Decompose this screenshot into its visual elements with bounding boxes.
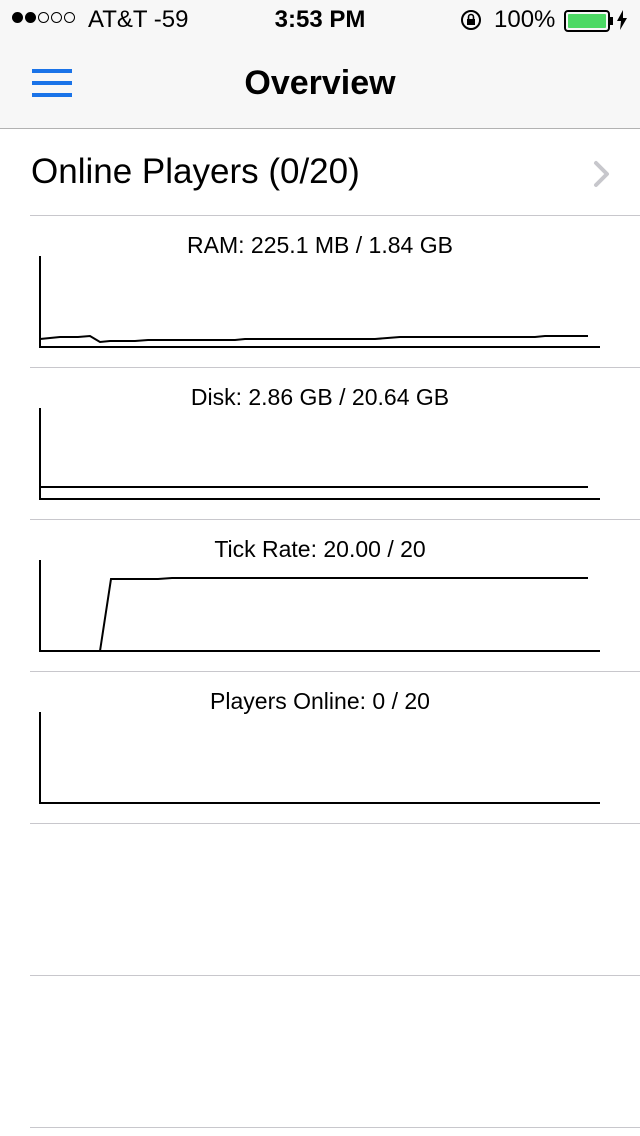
graph-axes bbox=[39, 256, 600, 348]
separator bbox=[30, 519, 640, 520]
status-bar: AT&T -59 3:53 PM 100% bbox=[0, 0, 640, 40]
separator bbox=[30, 215, 640, 216]
players-online-graph bbox=[39, 712, 600, 804]
ram-graph bbox=[39, 256, 600, 348]
page-title: Overview bbox=[244, 64, 396, 102]
separator bbox=[30, 823, 640, 824]
charging-icon bbox=[617, 10, 627, 30]
separator bbox=[30, 975, 640, 976]
separator bbox=[30, 1127, 640, 1128]
separator bbox=[30, 671, 640, 672]
ram-graph-line bbox=[39, 334, 588, 344]
top-bar: AT&T -59 3:53 PM 100% Overview bbox=[0, 0, 640, 129]
tick-rate-graph-line bbox=[99, 577, 588, 652]
battery-icon bbox=[564, 10, 613, 32]
navigation-bar: Overview bbox=[0, 40, 640, 128]
disk-graph bbox=[39, 408, 600, 500]
graph-axes bbox=[39, 712, 600, 804]
chevron-right-icon bbox=[594, 161, 609, 187]
separator bbox=[30, 367, 640, 368]
online-players-row[interactable]: Online Players (0/20) bbox=[0, 129, 640, 215]
tick-rate-graph bbox=[39, 560, 600, 652]
graph-axes bbox=[39, 408, 600, 500]
online-players-label: Online Players (0/20) bbox=[31, 152, 360, 191]
battery-percentage: 100% bbox=[494, 6, 556, 33]
rotation-lock-icon bbox=[461, 10, 481, 30]
graph-axes bbox=[39, 560, 600, 652]
